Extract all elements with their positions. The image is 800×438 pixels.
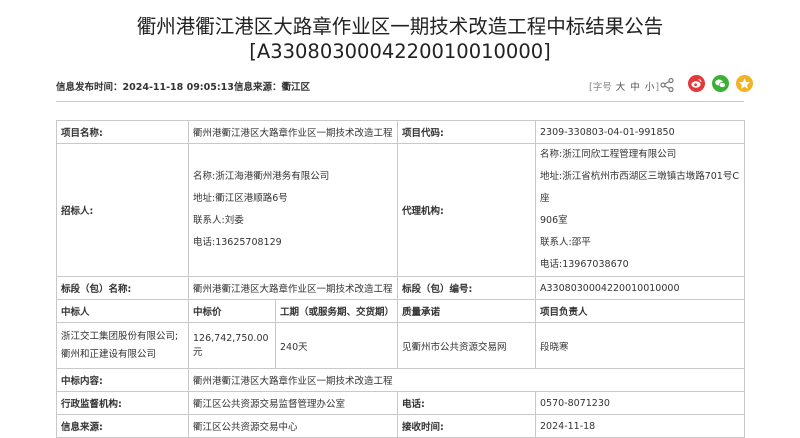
section-name: 衢州港衢江港区大路章作业区一期技术改造工程 [187, 276, 399, 300]
title-line-1: 衢州港衢江港区大路章作业区一期技术改造工程中标结果公告 [136, 15, 664, 38]
phone-label: 电话: [397, 391, 537, 415]
weibo-icon[interactable] [688, 75, 705, 92]
font-medium-button[interactable]: 中 [630, 82, 640, 93]
section-code-label: 标段（包）编号: [397, 276, 537, 300]
project-name: 衢州港衢江港区大路章作业区一期技术改造工程 [187, 120, 399, 144]
tenderer-name: 名称:浙江海港衢州港务有限公司 [193, 171, 330, 182]
agency-label: 代理机构: [397, 143, 537, 277]
agency-address: 地址:浙江省杭州市西湖区三墩镇古墩路701号C座 [540, 171, 739, 204]
meta-bar: 信息发布时间：2024-11-18 09:05:13 信息来源：衢江区 [字号 … [56, 74, 753, 96]
agency-phone: 电话:13967038670 [540, 259, 629, 270]
table-row: 中标内容: 衢州港衢江港区大路章作业区一期技术改造工程 [56, 368, 746, 392]
duration-value: 240天 [274, 322, 399, 369]
font-size-open: [字号 [589, 82, 612, 93]
price-header: 中标价 [188, 299, 276, 323]
tenderer-address: 地址:衢江区港顺路6号 [193, 193, 288, 204]
project-code-label: 项目代码: [397, 120, 537, 144]
publish-info: 信息发布时间：2024-11-18 09:05:13 [56, 79, 234, 93]
table-row: 中标人 中标价 工期（或服务期、交货期） 质量承诺 项目负责人 [56, 299, 746, 323]
page-title: 衢州港衢江港区大路章作业区一期技术改造工程中标结果公告 [A3308030004… [0, 14, 800, 64]
agency-name: 名称:浙江同欣工程管理有限公司 [540, 149, 677, 160]
title-line-2: [A3308030004220010010000] [249, 40, 551, 63]
publish-label: 信息发布时间： [56, 82, 123, 93]
project-code: 2309-330803-04-01-991850 [535, 120, 746, 144]
agency-contact: 联系人:邵平 [540, 237, 591, 248]
project-name-label: 项目名称: [56, 120, 189, 144]
section-code: A3308030004220010010000 [535, 276, 746, 300]
winner-header: 中标人 [56, 299, 189, 323]
quality-header: 质量承诺 [397, 299, 537, 323]
quality-value: 见衢州市公共资源交易网 [397, 322, 537, 369]
source-label: 信息来源： [234, 82, 282, 93]
publish-time: 2024-11-18 09:05:13 [122, 82, 234, 93]
tenderer-info: 名称:浙江海港衢州港务有限公司 地址:衢江区港顺路6号 联系人:刘委 电话:13… [187, 143, 399, 277]
tenderer-phone: 电话:13625708129 [193, 237, 282, 248]
font-small-button[interactable]: 小 [645, 82, 655, 93]
duration-header: 工期（或服务期、交货期） [274, 299, 399, 323]
phone-value: 0570-8071230 [535, 391, 746, 415]
table-row: 项目名称: 衢州港衢江港区大路章作业区一期技术改造工程 项目代码: 2309-3… [56, 120, 746, 144]
source-info: 信息来源：衢江区 [234, 79, 310, 93]
result-table: 项目名称: 衢州港衢江港区大路章作业区一期技术改造工程 项目代码: 2309-3… [56, 120, 746, 438]
table-row: 标段（包）名称: 衢州港衢江港区大路章作业区一期技术改造工程 标段（包）编号: … [56, 276, 746, 300]
wechat-icon[interactable] [712, 75, 729, 92]
manager-header: 项目负责人 [535, 299, 746, 323]
tenderer-label: 招标人: [56, 143, 189, 277]
share-icon[interactable] [659, 77, 675, 93]
font-size-control: [字号 大 中 小] [589, 79, 659, 93]
manager-value: 段晓寒 [535, 322, 746, 369]
agency-info: 名称:浙江同欣工程管理有限公司 地址:浙江省杭州市西湖区三墩镇古墩路701号C座… [535, 143, 746, 277]
qzone-icon[interactable] [736, 75, 753, 92]
content-label: 中标内容: [56, 368, 189, 392]
content-value: 衢州港衢江港区大路章作业区一期技术改造工程 [187, 368, 746, 392]
tenderer-contact: 联系人:刘委 [193, 215, 244, 226]
section-name-label: 标段（包）名称: [56, 276, 189, 300]
price-value: 126,742,750.00元 [188, 322, 276, 369]
supervisor-value: 衢江区公共资源交易监督管理办公室 [187, 391, 399, 415]
table-row: 浙江交工集团股份有限公司;衢州和正建设有限公司 126,742,750.00元 … [56, 322, 746, 369]
table-row: 招标人: 名称:浙江海港衢州港务有限公司 地址:衢江区港顺路6号 联系人:刘委 … [56, 143, 746, 277]
header-divider [56, 101, 744, 102]
font-large-button[interactable]: 大 [616, 82, 626, 93]
agency-address-cont: 906室 [540, 215, 568, 226]
source-value: 衢江区 [281, 82, 311, 93]
winner-value: 浙江交工集团股份有限公司;衢州和正建设有限公司 [56, 322, 189, 369]
table-row: 行政监督机构: 衢江区公共资源交易监督管理办公室 电话: 0570-807123… [56, 391, 746, 415]
supervisor-label: 行政监督机构: [56, 391, 189, 415]
